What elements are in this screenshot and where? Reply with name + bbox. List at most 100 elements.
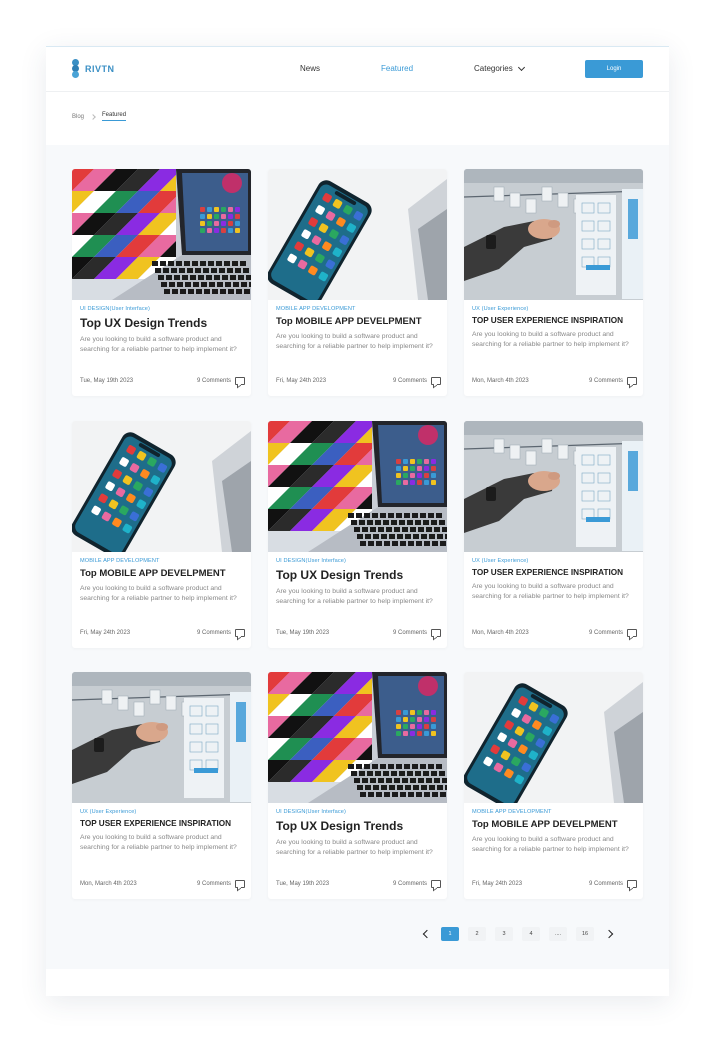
article-card[interactable]: UI DESIGN(User Interface) Top UX Design … [268,421,447,648]
article-body: UI DESIGN(User Interface) Top UX Design … [276,809,441,857]
article-meta: Tue, May 19th 2023 9 Comments [276,880,441,888]
article-title[interactable]: Top UX Design Trends [276,819,441,833]
article-category[interactable]: UX (User Experience) [472,558,637,564]
article-thumbnail[interactable] [72,672,251,803]
article-body: MOBILE APP DEVELOPMENT Top MOBILE APP DE… [472,809,637,854]
article-title[interactable]: Top MOBILE APP DEVELPMENT [80,568,245,579]
pagination: 1 2 3 4.... 16 [418,926,626,942]
pagination-page-1[interactable]: 1 [441,927,459,941]
comments-count: 9 Comments [588,881,623,887]
article-comments-link[interactable]: 9 Comments [393,629,441,637]
comments-count: 9 Comments [392,378,427,384]
article-thumbnail[interactable] [268,169,447,300]
article-description: Are you looking to build a software prod… [80,834,237,851]
article-title[interactable]: Top UX Design Trends [276,568,441,582]
pagination-next-button[interactable] [603,927,617,941]
article-category[interactable]: UI DESIGN(User Interface) [80,306,245,312]
article-category[interactable]: UI DESIGN(User Interface) [276,809,441,815]
article-category[interactable]: MOBILE APP DEVELOPMENT [472,809,637,815]
article-body: UX (User Experience) TOP USER EXPERIENCE… [472,306,637,349]
pagination-page-3[interactable]: 3 [495,927,513,941]
article-date: Mon, March 4th 2023 [472,378,529,384]
pagination-page-16[interactable]: 16 [576,927,594,941]
article-card[interactable]: MOBILE APP DEVELOPMENT Top MOBILE APP DE… [72,421,251,648]
article-thumbnail[interactable] [72,169,251,300]
nav-categories-label: Categories [474,64,513,73]
article-description: Are you looking to build a software prod… [80,336,237,353]
comments-count: 9 Comments [392,881,427,887]
article-body: UX (User Experience) TOP USER EXPERIENCE… [80,809,245,852]
comment-bubble-icon [235,377,245,385]
comment-bubble-icon [627,377,637,385]
logo-icon [72,59,81,79]
article-body: MOBILE APP DEVELOPMENT Top MOBILE APP DE… [276,306,441,351]
article-date: Tue, May 19th 2023 [276,881,330,887]
article-category[interactable]: UX (User Experience) [80,809,245,815]
article-comments-link[interactable]: 9 Comments [589,629,637,637]
nav-news-link[interactable]: News [300,64,320,73]
article-thumbnail[interactable] [72,421,251,552]
article-description: Are you looking to build a software prod… [80,585,237,602]
article-date: Tue, May 19th 2023 [276,630,330,636]
article-thumbnail[interactable] [464,421,643,552]
article-title[interactable]: Top UX Design Trends [80,316,245,330]
article-card[interactable]: UX (User Experience) TOP USER EXPERIENCE… [464,169,643,396]
article-comments-link[interactable]: 9 Comments [589,377,637,385]
brand-logo[interactable]: RIVTN [72,59,115,79]
article-comments-link[interactable]: 9 Comments [589,880,637,888]
article-category[interactable]: UI DESIGN(User Interface) [276,558,441,564]
article-card[interactable]: UX (User Experience) TOP USER EXPERIENCE… [72,672,251,899]
article-body: UX (User Experience) TOP USER EXPERIENCE… [472,558,637,601]
article-description: Are you looking to build a software prod… [472,583,629,600]
article-title[interactable]: TOP USER EXPERIENCE INSPIRATION [472,316,637,325]
pagination-page-4[interactable]: 4 [522,927,540,941]
comments-count: 9 Comments [196,378,231,384]
article-meta: Tue, May 19th 2023 9 Comments [80,377,245,385]
article-thumbnail[interactable] [268,421,447,552]
chevron-left-icon [422,929,431,939]
chevron-right-icon [604,929,613,939]
article-card[interactable]: MOBILE APP DEVELOPMENT Top MOBILE APP DE… [268,169,447,396]
article-date: Fri, May 24th 2023 [276,378,327,384]
article-meta: Fri, May 24th 2023 9 Comments [80,629,245,637]
nav-featured-link[interactable]: Featured [381,64,413,73]
article-comments-link[interactable]: 9 Comments [197,629,245,637]
article-category[interactable]: UX (User Experience) [472,306,637,312]
article-description: Are you looking to build a software prod… [276,839,433,856]
breadcrumb: Blog Featured [72,112,127,121]
article-thumbnail[interactable] [268,672,447,803]
breadcrumb-current: Featured [102,112,127,121]
pagination-prev-button[interactable] [418,927,432,941]
article-description: Are you looking to build a software prod… [276,588,433,605]
article-description: Are you looking to build a software prod… [472,331,629,348]
breadcrumb-blog-link[interactable]: Blog [72,114,84,120]
article-card[interactable]: UI DESIGN(User Interface) Top UX Design … [268,672,447,899]
pagination-page-2[interactable]: 2 [468,927,486,941]
article-title[interactable]: Top MOBILE APP DEVELPMENT [276,316,441,327]
comment-bubble-icon [431,880,441,888]
article-thumbnail[interactable] [464,672,643,803]
article-title[interactable]: TOP USER EXPERIENCE INSPIRATION [80,819,245,828]
article-comments-link[interactable]: 9 Comments [393,377,441,385]
comments-count: 9 Comments [392,630,427,636]
nav-categories-dropdown[interactable]: Categories [474,63,525,73]
article-card[interactable]: UX (User Experience) TOP USER EXPERIENCE… [464,421,643,648]
article-comments-link[interactable]: 9 Comments [393,880,441,888]
article-category[interactable]: MOBILE APP DEVELOPMENT [276,306,441,312]
article-date: Fri, May 24th 2023 [80,630,131,636]
article-meta: Fri, May 24th 2023 9 Comments [472,880,637,888]
article-thumbnail[interactable] [464,169,643,300]
article-comments-link[interactable]: 9 Comments [197,377,245,385]
article-comments-link[interactable]: 9 Comments [197,880,245,888]
chevron-down-icon [517,63,525,71]
article-category[interactable]: MOBILE APP DEVELOPMENT [80,558,245,564]
article-title[interactable]: TOP USER EXPERIENCE INSPIRATION [472,568,637,577]
article-card[interactable]: UI DESIGN(User Interface) Top UX Design … [72,169,251,396]
article-meta: Mon, March 4th 2023 9 Comments [472,629,637,637]
footer-band [46,969,669,996]
article-description: Are you looking to build a software prod… [276,333,433,350]
article-card[interactable]: MOBILE APP DEVELOPMENT Top MOBILE APP DE… [464,672,643,899]
article-title[interactable]: Top MOBILE APP DEVELPMENT [472,819,637,830]
article-meta: Fri, May 24th 2023 9 Comments [276,377,441,385]
login-button[interactable]: Login [585,60,643,78]
